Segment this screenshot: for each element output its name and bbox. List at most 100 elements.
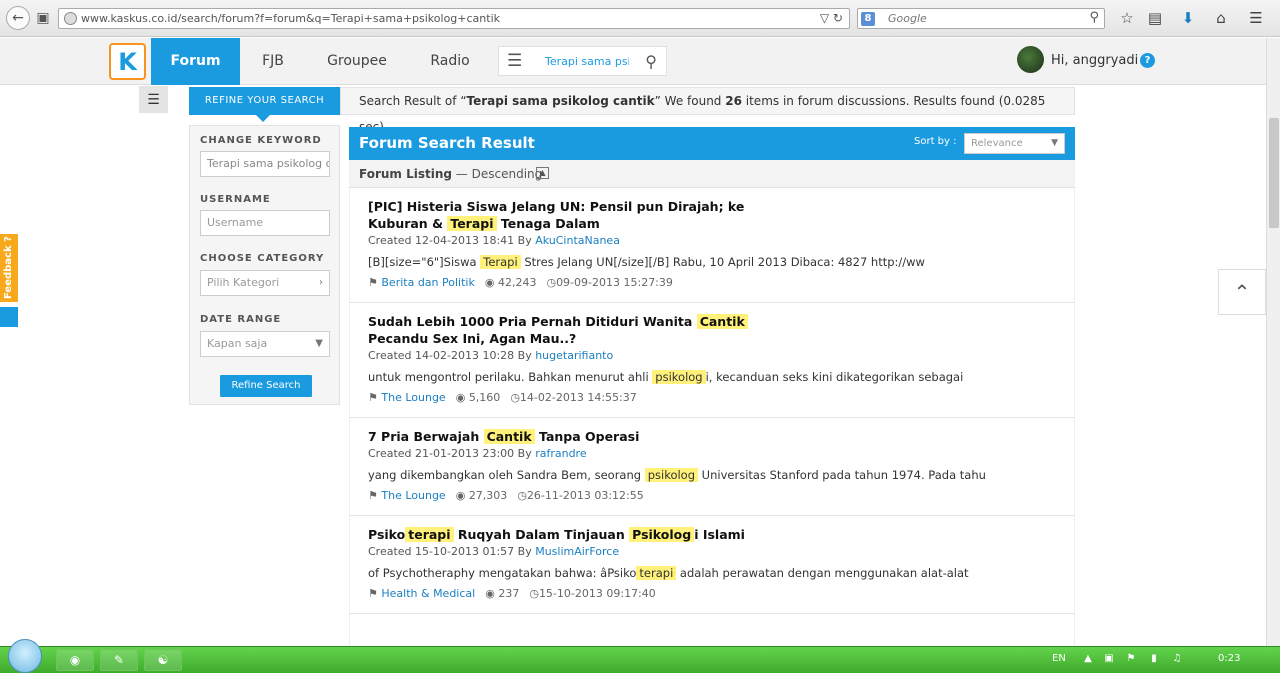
snippet-highlight: psikolog bbox=[644, 468, 699, 482]
nav-fjb[interactable]: FJB bbox=[250, 38, 296, 85]
search-placeholder: Google bbox=[888, 12, 927, 25]
firefox-taskbar-icon[interactable]: ◉ bbox=[56, 649, 94, 671]
results-title: Forum Search Result bbox=[359, 134, 535, 152]
title-text: Sudah Lebih 1000 Pria Pernah Ditiduri Wa… bbox=[368, 314, 697, 329]
result-title[interactable]: 7 Pria Berwajah Cantik Tanpa Operasi bbox=[368, 428, 808, 445]
bookmarks-list-icon[interactable]: ▤ bbox=[1145, 8, 1165, 28]
username-input[interactable]: Username bbox=[200, 210, 330, 236]
sort-select[interactable]: Relevance ▼ bbox=[964, 133, 1065, 154]
nav-forum[interactable]: Forum bbox=[151, 38, 240, 85]
keyword-input[interactable]: Terapi sama psikolog cantik bbox=[200, 151, 330, 177]
reload-icon[interactable]: ▽ ↻ bbox=[820, 11, 843, 25]
menu-icon[interactable]: ☰ bbox=[1246, 8, 1266, 28]
chevron-up-icon[interactable]: ▲ bbox=[1082, 653, 1094, 665]
author-link[interactable]: hugetarifianto bbox=[535, 349, 613, 362]
tag-icon: ⚑ bbox=[368, 587, 378, 600]
network-icon[interactable]: ▣ bbox=[1103, 653, 1115, 665]
search-icon[interactable]: ⚲ bbox=[1089, 10, 1099, 25]
snippet-text: untuk mengontrol perilaku. Bahkan menuru… bbox=[368, 370, 653, 384]
created-date: Created 12-04-2013 18:41 By bbox=[368, 234, 536, 247]
snippet-text: of Psychotheraphy mengatakan bahwa: âPsi… bbox=[368, 566, 637, 580]
snippet-highlight: psikolog bbox=[652, 370, 706, 384]
sort-value: Relevance bbox=[971, 138, 1023, 149]
hamburger-icon[interactable]: ☰ bbox=[507, 51, 522, 71]
refine-tab-pointer bbox=[256, 115, 270, 122]
page-scrollbar[interactable] bbox=[1266, 38, 1280, 646]
summary-prefix: Search Result of “ bbox=[359, 94, 467, 108]
scroll-thumb[interactable] bbox=[1269, 118, 1279, 228]
author-link[interactable]: rafrandre bbox=[535, 447, 586, 460]
tag-icon: ⚑ bbox=[368, 391, 378, 404]
clock-icon: ◷ bbox=[510, 391, 520, 404]
refine-search-button[interactable]: Refine Search bbox=[220, 375, 312, 397]
clock[interactable]: 0:23 bbox=[1218, 653, 1240, 664]
address-bar[interactable]: www.kaskus.co.id/search/forum?f=forum&q=… bbox=[58, 8, 850, 29]
header-search[interactable]: ☰ Terapi sama psikolog cantik ⚲ bbox=[498, 46, 667, 76]
volume-icon[interactable]: ♫ bbox=[1171, 653, 1183, 665]
user-greeting[interactable]: Hi, anggryadi bbox=[1051, 53, 1138, 68]
help-icon[interactable]: ? bbox=[1140, 53, 1155, 68]
refine-tab[interactable]: REFINE YOUR SEARCH bbox=[189, 87, 340, 115]
category-link[interactable]: Health & Medical bbox=[381, 587, 475, 600]
author-link[interactable]: MuslimAirForce bbox=[535, 545, 619, 558]
eye-icon: ◉ bbox=[455, 391, 466, 404]
language-indicator[interactable]: EN bbox=[1052, 653, 1066, 664]
title-text: i Islami bbox=[694, 527, 745, 542]
url-text[interactable]: www.kaskus.co.id/search/forum?f=forum&q=… bbox=[81, 12, 500, 25]
result-snippet: untuk mengontrol perilaku. Bahkan menuru… bbox=[368, 370, 1056, 385]
category-link[interactable]: The Lounge bbox=[381, 489, 445, 502]
sort-order-toggle-icon[interactable]: ▲ bbox=[536, 167, 549, 179]
avatar[interactable] bbox=[1017, 46, 1044, 73]
category-link[interactable]: The Lounge bbox=[381, 391, 445, 404]
search-icon[interactable]: ⚲ bbox=[645, 52, 657, 71]
eye-icon: ◉ bbox=[485, 587, 495, 600]
kaskus-logo[interactable]: K bbox=[109, 43, 146, 80]
result-title[interactable]: Sudah Lebih 1000 Pria Pernah Ditiduri Wa… bbox=[368, 313, 808, 347]
view-count: 237 bbox=[498, 587, 520, 600]
ie-taskbar-icon[interactable]: ☯ bbox=[144, 649, 182, 671]
back-arrow-icon[interactable]: ← bbox=[6, 6, 30, 30]
title-highlight: Psikolog bbox=[629, 527, 695, 542]
header-search-input[interactable]: Terapi sama psikolog cantik bbox=[545, 55, 629, 68]
summary-count: 26 bbox=[725, 94, 742, 108]
category-select[interactable]: Pilih Kategori › bbox=[200, 270, 330, 296]
date-range-label: DATE RANGE bbox=[200, 314, 282, 325]
bookmark-star-icon[interactable]: ☆ bbox=[1117, 8, 1137, 28]
chevron-down-icon: ▼ bbox=[315, 338, 323, 349]
download-icon[interactable]: ⬇ bbox=[1178, 8, 1198, 28]
category-link[interactable]: Berita dan Politik bbox=[381, 276, 474, 289]
action-center-icon[interactable]: ⚑ bbox=[1125, 653, 1137, 665]
start-button[interactable] bbox=[8, 639, 42, 673]
username-label: USERNAME bbox=[200, 194, 271, 205]
view-count: 42,243 bbox=[497, 276, 537, 289]
signal-icon[interactable]: ▮ bbox=[1148, 653, 1160, 665]
nav-groupee[interactable]: Groupee bbox=[318, 38, 396, 85]
search-engine-icon[interactable]: 8 bbox=[861, 12, 875, 26]
app-taskbar-icon[interactable]: ✎ bbox=[100, 649, 138, 671]
author-link[interactable]: AkuCintaNanea bbox=[535, 234, 620, 247]
snippet-text: yang dikembangkan oleh Sandra Bem, seora… bbox=[368, 468, 645, 482]
site-header: K Forum FJB Groupee Radio ☰ Terapi sama … bbox=[0, 38, 1266, 85]
result-title[interactable]: [PIC] Histeria Siswa Jelang UN: Pensil p… bbox=[368, 198, 808, 232]
share-icon[interactable] bbox=[0, 307, 18, 327]
result-snippet: of Psychotheraphy mengatakan bahwa: âPsi… bbox=[368, 566, 1056, 581]
home-icon[interactable]: ⌂ bbox=[1211, 8, 1231, 28]
browser-toolbar: ← ▣ www.kaskus.co.id/search/forum?f=foru… bbox=[0, 0, 1280, 37]
category-label: CHOOSE CATEGORY bbox=[200, 253, 325, 264]
title-text: Pecandu Sex Ini, Agan Mau..? bbox=[368, 331, 577, 346]
created-date: Created 21-01-2013 23:00 By bbox=[368, 447, 536, 460]
sidebar-toggle-icon[interactable]: ☰ bbox=[139, 86, 168, 113]
browser-search-box[interactable]: 8 Google ⚲ bbox=[857, 8, 1105, 29]
date-range-select[interactable]: Kapan saja ▼ bbox=[200, 331, 330, 357]
globe-icon bbox=[64, 12, 77, 25]
last-post-date: 26-11-2013 03:12:55 bbox=[526, 489, 644, 502]
snippet-highlight: terapi bbox=[636, 566, 677, 580]
result-title[interactable]: Psiko terapi Ruqyah Dalam Tinjauan Psikol… bbox=[368, 526, 808, 543]
feedback-tab[interactable]: Feedback ? bbox=[0, 234, 18, 302]
back-to-top-button[interactable]: ⌃ bbox=[1218, 269, 1266, 315]
view-count: 27,303 bbox=[468, 489, 508, 502]
nav-radio[interactable]: Radio bbox=[420, 38, 480, 85]
folder-icon[interactable]: ▣ bbox=[34, 6, 52, 30]
title-text: Tenaga Dalam bbox=[496, 216, 600, 231]
chevron-up-icon: ⌃ bbox=[1233, 280, 1251, 304]
